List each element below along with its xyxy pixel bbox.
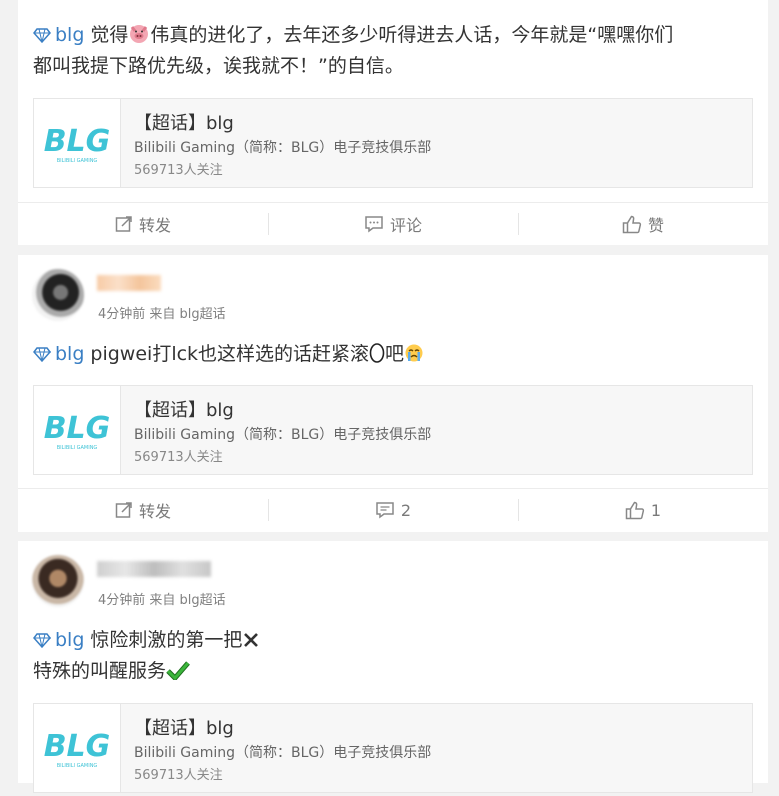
post-text: blg pigwei打lck也这样选的话赶紧滚吧 [18, 339, 768, 370]
post-text: blg 惊险刺激的第一把 特殊的叫醒服务 [18, 625, 768, 687]
topic-subtitle: Bilibili Gaming（简称：BLG）电子竞技俱乐部 [134, 745, 432, 761]
comment-icon [376, 502, 394, 519]
comment-button[interactable]: 评论 [268, 203, 518, 245]
svg-text:BILIBILI GAMING: BILIBILI GAMING [57, 763, 98, 769]
diamond-icon [33, 633, 51, 648]
post-card: 4分钟前 来自 blg超话 blg 惊险刺激的第一把 特殊的叫醒服务 BLG BI… [18, 541, 768, 793]
topic-subtitle: Bilibili Gaming（简称：BLG）电子竞技俱乐部 [134, 427, 432, 443]
cross-mark-icon [244, 633, 259, 647]
check-mark-icon [166, 661, 190, 680]
action-bar: 转发 评论 赞 [18, 202, 768, 245]
post-text: blg 觉得 伟真的进化了，去年还多少听得进去人话，今年就是“嘿嘿你们 都叫我提下路… [33, 24, 674, 77]
topic-followers: 569713人关注 [134, 450, 223, 465]
diamond-icon [33, 347, 51, 362]
supertopic-tag[interactable]: blg [33, 24, 90, 46]
username[interactable] [97, 561, 211, 577]
post-header: 4分钟前 来自 blg超话 [18, 541, 768, 625]
svg-text:BILIBILI GAMING: BILIBILI GAMING [57, 445, 98, 451]
post-header: 4分钟前 来自 blg超话 [18, 255, 768, 339]
diamond-icon [33, 28, 51, 43]
repost-button[interactable]: 转发 [18, 489, 268, 531]
repost-button[interactable]: 转发 [18, 203, 268, 245]
repost-icon [115, 216, 132, 232]
like-button[interactable]: 1 [518, 489, 768, 531]
post-card: 4分钟前 来自 blg超话 blg pigwei打lck也这样选的话赶紧滚吧 BL… [18, 255, 768, 532]
crying-face-icon [405, 344, 423, 362]
topic-title[interactable]: 【超话】blg [134, 109, 234, 135]
blg-logo: BLG BILIBILI GAMING [34, 99, 121, 187]
post-meta: 4分钟前 来自 blg超话 [98, 593, 226, 608]
comment-icon [365, 216, 383, 233]
thumbs-up-icon [622, 215, 642, 233]
svg-text:BLG: BLG [44, 411, 111, 446]
topic-title[interactable]: 【超话】blg [134, 714, 234, 740]
comment-button[interactable]: 2 [268, 489, 518, 531]
repost-icon [115, 502, 132, 518]
topic-followers: 569713人关注 [134, 163, 223, 178]
action-bar: 转发 2 1 [18, 488, 768, 531]
avatar[interactable] [32, 555, 84, 607]
svg-text:BLG: BLG [44, 124, 111, 159]
username[interactable] [97, 275, 161, 291]
like-button[interactable]: 赞 [518, 203, 768, 245]
topic-followers: 569713人关注 [134, 768, 223, 783]
topic-subtitle: Bilibili Gaming（简称：BLG）电子竞技俱乐部 [134, 140, 432, 156]
thumbs-up-icon [625, 501, 644, 519]
egg-icon [369, 343, 385, 363]
pig-face-icon [130, 25, 149, 43]
supertopic-card[interactable]: BLG BILIBILI GAMING 【超话】blg Bilibili Gam… [33, 703, 753, 793]
svg-text:BILIBILI GAMING: BILIBILI GAMING [57, 158, 98, 164]
blg-logo: BLG BILIBILI GAMING [34, 386, 121, 474]
supertopic-tag[interactable]: blg [33, 343, 90, 365]
supertopic-tag[interactable]: blg [33, 629, 90, 651]
supertopic-card[interactable]: BLG BILIBILI GAMING 【超话】blg Bilibili Gam… [33, 385, 753, 475]
blg-logo: BLG BILIBILI GAMING [34, 704, 121, 792]
svg-text:BLG: BLG [44, 729, 111, 764]
supertopic-card[interactable]: BLG BILIBILI GAMING 【超话】blg Bilibili Gam… [33, 98, 753, 188]
post-meta: 4分钟前 来自 blg超话 [98, 307, 226, 322]
post-card: blg 觉得 伟真的进化了，去年还多少听得进去人话，今年就是“嘿嘿你们 都叫我提下路… [18, 0, 768, 245]
avatar[interactable] [32, 269, 84, 321]
topic-title[interactable]: 【超话】blg [134, 396, 234, 422]
